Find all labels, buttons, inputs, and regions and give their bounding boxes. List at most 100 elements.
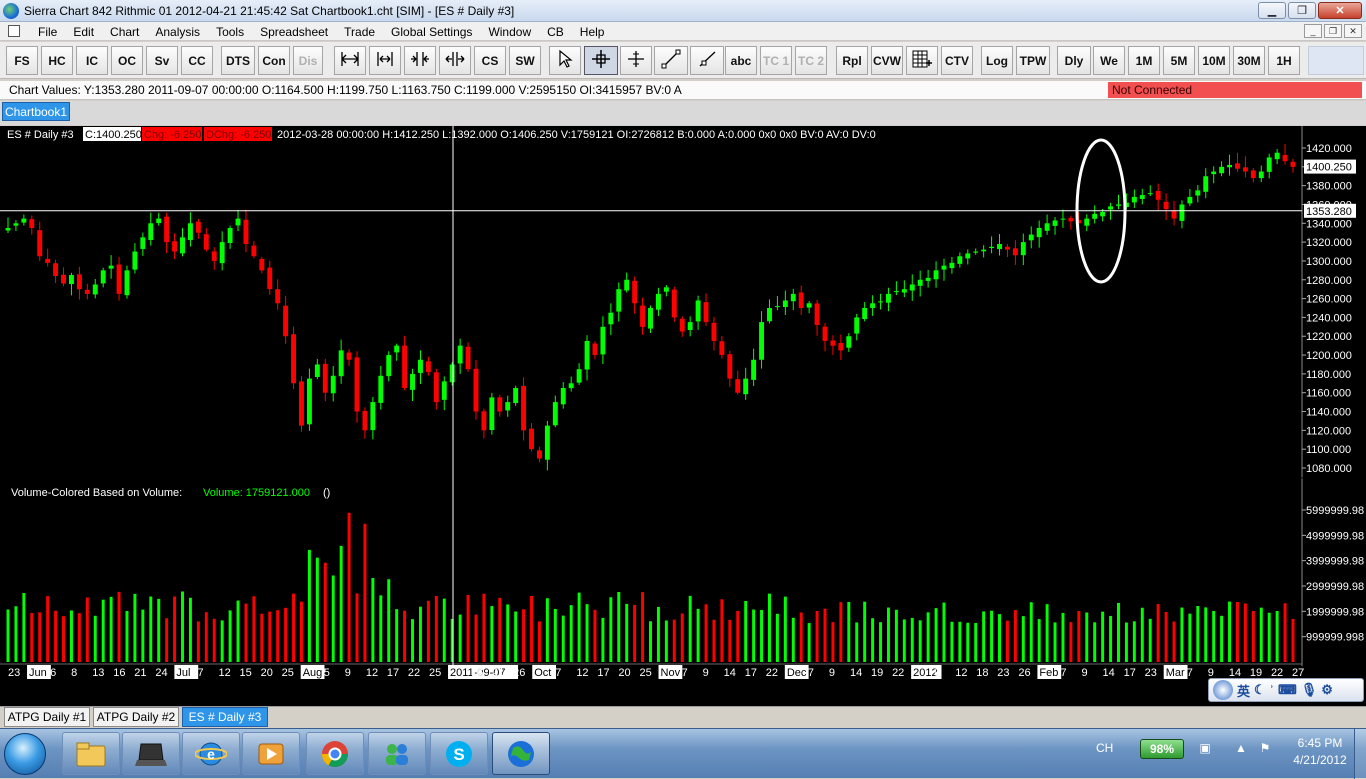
tab-chartbook1[interactable]: Chartbook1 [2,102,70,121]
toolbar-button-cs[interactable]: CS [474,46,506,75]
menu-bar: File Edit Chart Analysis Tools Spreadsheet Tra… [0,22,1366,41]
menu-spreadsheet[interactable]: Spreadsheet [252,25,336,39]
scale-width-icon [374,48,396,73]
toolbar-button-abc[interactable]: abc [725,46,757,75]
menu-help[interactable]: Help [572,25,613,39]
mdi-minimize-button[interactable]: _ [1304,24,1322,38]
toolbar-button-cvw[interactable]: CVW [871,46,903,75]
ime-toolbar[interactable]: 英 ☾ ʾ ⌨ 🎙 ⚙ [1208,678,1364,702]
toolbar-button-crosshair[interactable] [584,46,618,75]
ime-mode-label[interactable]: 英 [1237,681,1250,700]
laptop-icon[interactable] [122,732,180,775]
toolbar-button-cc[interactable]: CC [181,46,213,75]
menu-window[interactable]: Window [480,25,539,39]
toolbar-button-1h[interactable]: 1H [1268,46,1300,75]
minimize-button[interactable]: ▁ [1258,2,1286,19]
candle-body [671,289,677,318]
ime-settings-icon[interactable]: ⚙ [1321,682,1333,698]
toolbar-button-ray-tool[interactable] [690,46,724,75]
skype-icon[interactable]: S [430,732,488,775]
chart-area[interactable]: 1420.0001400.0001380.0001360.0001340.000… [0,126,1366,706]
toolbar-button-trade-dom[interactable] [906,46,938,75]
date-axis-label: 17 [1124,667,1136,679]
battery-indicator[interactable]: 98% [1140,739,1184,759]
menu-edit[interactable]: Edit [65,25,102,39]
volume-axis-label: 4999999.98 [1306,530,1364,542]
show-hidden-icons-icon[interactable]: ▲ [1232,741,1250,757]
messenger-icon[interactable] [368,732,426,775]
ime-mic-icon[interactable]: 🎙 [1301,682,1318,698]
tab-atpg-daily-1[interactable]: ATPG Daily #1 [4,707,90,727]
tray-language[interactable]: CH [1096,741,1113,755]
ime-punct-icon[interactable]: ʾ [1270,683,1274,698]
action-center-flag-icon[interactable]: ⚑ [1256,741,1274,757]
toolbar-button-dly[interactable]: Dly [1057,46,1091,75]
mdi-close-button[interactable]: ✕ [1344,24,1362,38]
date-axis-label: 7 [1187,667,1193,679]
sierra-chart-icon[interactable] [492,732,550,775]
toolbar-button-sw[interactable]: SW [509,46,541,75]
toolbar-button-log[interactable]: Log [981,46,1013,75]
toolbar-button-ic[interactable]: IC [76,46,108,75]
menu-global-settings[interactable]: Global Settings [383,25,480,39]
ime-keyboard-icon[interactable]: ⌨ [1278,682,1297,698]
toolbar-button-value-cursor[interactable] [620,46,652,75]
toolbar-button-rpl[interactable]: Rpl [836,46,868,75]
start-button[interactable] [4,733,46,775]
mdi-restore-button[interactable]: ❐ [1324,24,1342,38]
toolbar-button-tpw[interactable]: TPW [1016,46,1050,75]
menu-tools[interactable]: Tools [208,25,252,39]
toolbar-button-line-tool[interactable] [654,46,688,75]
date-axis-label: 22 [766,667,778,679]
toolbar-button-we[interactable]: We [1093,46,1125,75]
connection-status[interactable]: Not Connected [1108,82,1362,98]
toolbar-button-pointer[interactable] [549,46,581,75]
system-clock[interactable]: 6:45 PM 4/21/2012 [1285,735,1355,769]
toolbar-button-ctv[interactable]: CTV [941,46,973,75]
toolbar-button-label: DTS [226,53,250,68]
show-desktop-button[interactable] [1354,729,1366,779]
tab-es-daily-3[interactable]: ES # Daily #3 [182,707,268,727]
toolbar-button-fs[interactable]: FS [6,46,38,75]
date-axis-label: Dec [787,667,807,679]
toolbar-button-hc[interactable]: HC [41,46,73,75]
toolbar-button-scale-horizontal[interactable] [334,46,366,75]
menu-file[interactable]: File [30,25,65,39]
toolbar-button-10m[interactable]: 10M [1198,46,1230,75]
media-player-icon[interactable] [242,732,300,775]
toolbar-button-dis[interactable]: Dis [293,46,323,75]
document-icon[interactable] [8,25,20,37]
toolbar-button-con[interactable]: Con [258,46,290,75]
toolbar-button-1m[interactable]: 1M [1128,46,1160,75]
candle-body [187,223,193,241]
ime-moon-icon[interactable]: ☾ [1254,682,1266,698]
toolbar-button-30m[interactable]: 30M [1233,46,1265,75]
restore-button[interactable]: ❐ [1288,2,1316,19]
toolbar-button-bar-spacing-decrease[interactable] [404,46,436,75]
chart-canvas[interactable]: 1420.0001400.0001380.0001360.0001340.000… [0,126,1366,706]
toolbar-button-tc-2[interactable]: TC 2 [795,46,827,75]
menu-trade[interactable]: Trade [336,25,383,39]
ime-logo-icon[interactable] [1213,680,1233,700]
candle-body [719,341,725,356]
toolbar-button-bar-spacing-increase[interactable] [439,46,471,75]
menu-cb[interactable]: CB [539,25,572,39]
tab-atpg-daily-2[interactable]: ATPG Daily #2 [93,707,179,727]
toolbar-button-sv[interactable]: Sv [146,46,178,75]
toolbar-button-scale-width[interactable] [369,46,401,75]
candle-body [465,346,471,370]
power-plug-icon[interactable]: ▣ [1196,741,1214,757]
internet-explorer-icon[interactable]: e [182,732,240,775]
toolbar-button-dts[interactable]: DTS [221,46,255,75]
date-axis-label: 13 [92,667,104,679]
toolbar-button-5m[interactable]: 5M [1163,46,1195,75]
menu-chart[interactable]: Chart [102,25,147,39]
menu-analysis[interactable]: Analysis [147,25,208,39]
explorer-icon[interactable] [62,732,120,775]
close-button[interactable]: ✕ [1318,2,1362,19]
chrome-icon[interactable] [306,732,364,775]
toolbar-button-oc[interactable]: OC [111,46,143,75]
toolbar-button-label: We [1100,53,1118,68]
svg-text:S: S [453,745,464,764]
toolbar-button-tc-1[interactable]: TC 1 [760,46,792,75]
